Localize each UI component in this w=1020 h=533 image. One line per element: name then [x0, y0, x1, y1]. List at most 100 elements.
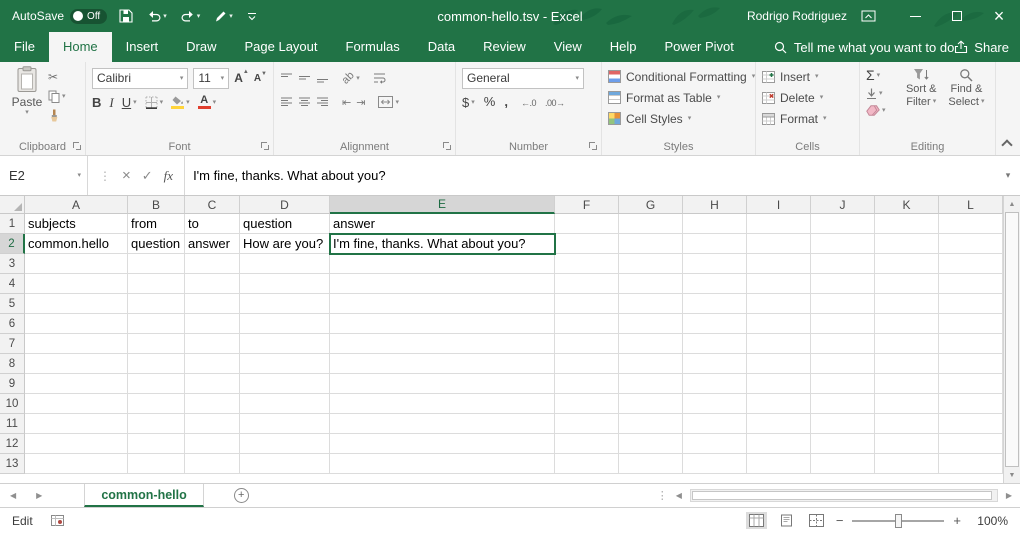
cell-L8[interactable] — [939, 354, 1003, 374]
cell-B2[interactable]: question — [128, 234, 185, 254]
cell-A13[interactable] — [25, 454, 128, 474]
row-header-11[interactable]: 11 — [0, 414, 25, 434]
align-top-button[interactable] — [280, 72, 293, 84]
ribbon-tab-file[interactable]: File — [0, 32, 49, 62]
decrease-font-size-button[interactable]: A▼ — [254, 73, 267, 84]
cell-A10[interactable] — [25, 394, 128, 414]
row-header-5[interactable]: 5 — [0, 294, 25, 314]
cell-B6[interactable] — [128, 314, 185, 334]
cell-F6[interactable] — [555, 314, 619, 334]
save-button[interactable] — [117, 9, 135, 23]
cell-G4[interactable] — [619, 274, 683, 294]
cell-G10[interactable] — [619, 394, 683, 414]
formula-input[interactable]: I'm fine, thanks. What about you? — [185, 156, 996, 195]
cell-K11[interactable] — [875, 414, 939, 434]
ribbon-tab-help[interactable]: Help — [596, 32, 651, 62]
cell-G13[interactable] — [619, 454, 683, 474]
tell-me-box[interactable]: Tell me what you want to do — [774, 32, 954, 62]
cell-I6[interactable] — [747, 314, 811, 334]
wrap-text-button[interactable] — [373, 72, 386, 84]
cell-D5[interactable] — [240, 294, 330, 314]
autosave-pill[interactable]: Off — [70, 9, 107, 24]
cell-A11[interactable] — [25, 414, 128, 434]
cell-A6[interactable] — [25, 314, 128, 334]
scroll-left-arrow[interactable]: ◀ — [676, 491, 682, 500]
cell-J11[interactable] — [811, 414, 875, 434]
column-header-D[interactable]: D — [240, 196, 330, 214]
row-header-7[interactable]: 7 — [0, 334, 25, 354]
cell-F11[interactable] — [555, 414, 619, 434]
cell-D4[interactable] — [240, 274, 330, 294]
fill-button[interactable]: ▾ — [866, 88, 899, 99]
cell-H2[interactable] — [683, 234, 747, 254]
cell-L7[interactable] — [939, 334, 1003, 354]
cell-A4[interactable] — [25, 274, 128, 294]
cell-E12[interactable] — [330, 434, 555, 454]
format-cells-button[interactable]: Format ▾ — [762, 108, 853, 129]
cell-J3[interactable] — [811, 254, 875, 274]
cell-G9[interactable] — [619, 374, 683, 394]
cell-J13[interactable] — [811, 454, 875, 474]
sort-filter-button[interactable]: Sort & Filter ▾ — [899, 66, 944, 116]
cell-I10[interactable] — [747, 394, 811, 414]
cell-C1[interactable]: to — [185, 214, 240, 234]
row-header-3[interactable]: 3 — [0, 254, 25, 274]
previous-sheet-arrow[interactable]: ◀ — [10, 491, 16, 500]
increase-font-size-button[interactable]: A▲ — [234, 71, 249, 85]
ribbon-tab-power-pivot[interactable]: Power Pivot — [651, 32, 748, 62]
cell-E13[interactable] — [330, 454, 555, 474]
cell-B10[interactable] — [128, 394, 185, 414]
cell-B1[interactable]: from — [128, 214, 185, 234]
cell-C7[interactable] — [185, 334, 240, 354]
tab-splitter-handle[interactable]: ⋮ — [657, 489, 668, 502]
ribbon-tab-formulas[interactable]: Formulas — [332, 32, 414, 62]
cell-H13[interactable] — [683, 454, 747, 474]
cell-A2[interactable]: common.hello — [25, 234, 128, 254]
increase-indent-button[interactable]: ⇥ — [356, 96, 365, 109]
macro-record-button[interactable] — [51, 515, 64, 526]
row-header-4[interactable]: 4 — [0, 274, 25, 294]
ribbon-tab-view[interactable]: View — [540, 32, 596, 62]
cancel-button[interactable]: × — [122, 168, 131, 183]
cell-C12[interactable] — [185, 434, 240, 454]
cell-A8[interactable] — [25, 354, 128, 374]
orientation-button[interactable]: ab ▾ — [342, 72, 360, 84]
cell-H7[interactable] — [683, 334, 747, 354]
formula-bar-drag-handle[interactable]: ⋮ — [99, 169, 111, 183]
row-header-13[interactable]: 13 — [0, 454, 25, 474]
cell-K1[interactable] — [875, 214, 939, 234]
cell-L10[interactable] — [939, 394, 1003, 414]
row-header-6[interactable]: 6 — [0, 314, 25, 334]
cell-E9[interactable] — [330, 374, 555, 394]
cell-L5[interactable] — [939, 294, 1003, 314]
format-as-table-button[interactable]: Format as Table ▾ — [608, 87, 749, 108]
cell-B5[interactable] — [128, 294, 185, 314]
column-header-K[interactable]: K — [875, 196, 939, 214]
cell-J2[interactable] — [811, 234, 875, 254]
font-color-button[interactable]: A ▾ — [198, 95, 217, 109]
column-header-A[interactable]: A — [25, 196, 128, 214]
cell-H5[interactable] — [683, 294, 747, 314]
percent-style-button[interactable]: % — [484, 93, 496, 111]
font-name-combo[interactable]: Calibri ▾ — [92, 68, 188, 89]
cell-E4[interactable] — [330, 274, 555, 294]
insert-cells-button[interactable]: Insert ▾ — [762, 66, 853, 87]
underline-button[interactable]: U ▾ — [122, 96, 137, 109]
cell-E7[interactable] — [330, 334, 555, 354]
cell-E10[interactable] — [330, 394, 555, 414]
row-header-12[interactable]: 12 — [0, 434, 25, 454]
italic-button[interactable]: I — [109, 96, 113, 109]
cell-G7[interactable] — [619, 334, 683, 354]
cell-C9[interactable] — [185, 374, 240, 394]
cell-C5[interactable] — [185, 294, 240, 314]
increase-decimal-button[interactable]: ←.0 — [521, 93, 536, 111]
cell-D11[interactable] — [240, 414, 330, 434]
ribbon-tab-home[interactable]: Home — [49, 32, 112, 62]
cell-F13[interactable] — [555, 454, 619, 474]
cell-L6[interactable] — [939, 314, 1003, 334]
cell-G1[interactable] — [619, 214, 683, 234]
cell-L3[interactable] — [939, 254, 1003, 274]
align-right-button[interactable] — [316, 96, 329, 108]
cell-E5[interactable] — [330, 294, 555, 314]
cell-B3[interactable] — [128, 254, 185, 274]
